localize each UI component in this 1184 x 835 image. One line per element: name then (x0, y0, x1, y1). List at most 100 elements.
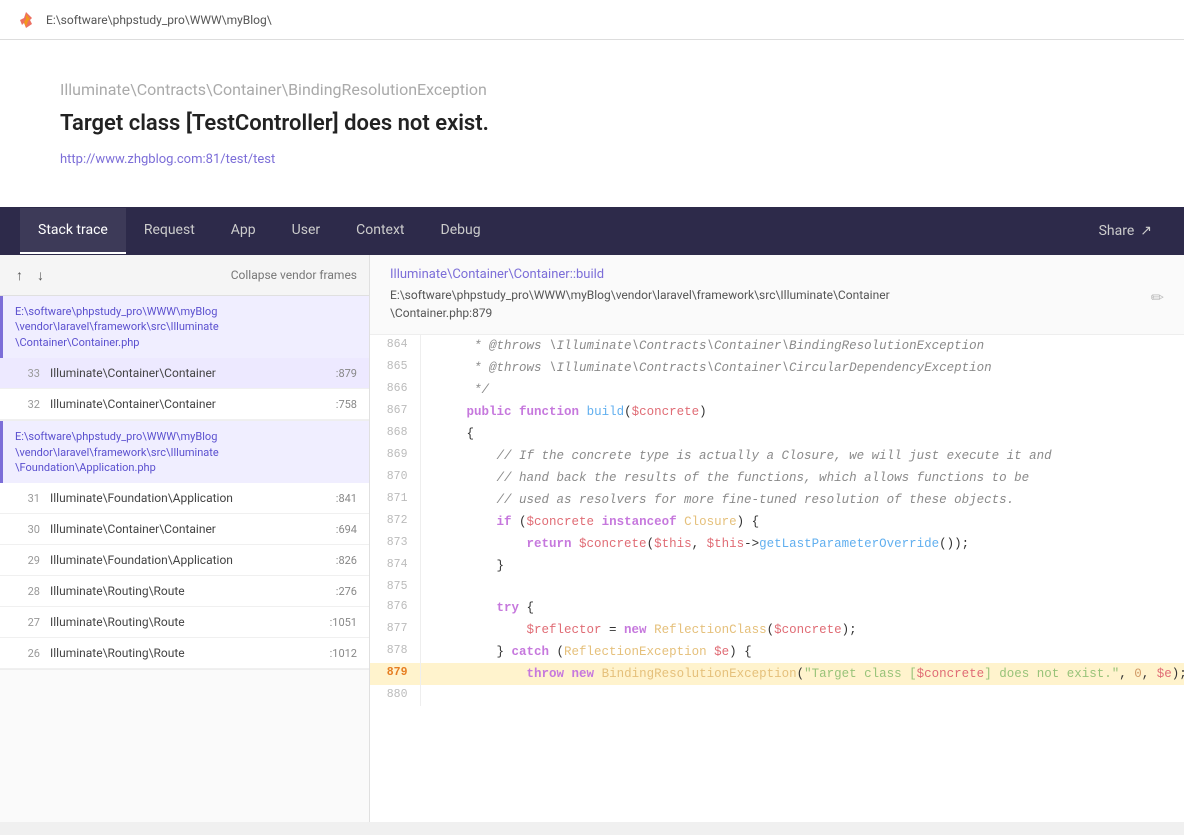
frame-number: 30 (12, 523, 40, 536)
frame-line: :879 (336, 367, 357, 380)
exception-message: Target class [TestController] does not e… (60, 111, 1124, 136)
line-code: try { (420, 597, 1184, 619)
frame-item[interactable]: 30 Illuminate\Container\Container :694 (0, 514, 369, 545)
code-line: 868 { (370, 423, 1184, 445)
line-number: 868 (370, 423, 420, 445)
code-file-path: E:\software\phpstudy_pro\WWW\myBlog\vend… (390, 286, 1164, 322)
error-section: Illuminate\Contracts\Container\BindingRe… (0, 40, 1184, 207)
line-code (420, 685, 1184, 705)
tab-app[interactable]: App (213, 208, 274, 254)
frame-number: 32 (12, 398, 40, 411)
line-code: { (420, 423, 1184, 445)
line-number: 869 (370, 445, 420, 467)
frame-class: Illuminate\Routing\Route (50, 584, 328, 598)
line-code: * @throws \Illuminate\Contracts\Containe… (420, 335, 1184, 357)
code-line: 870 // hand back the results of the func… (370, 467, 1184, 489)
line-code: // used as resolvers for more fine-tuned… (420, 489, 1184, 511)
line-code: if ($concrete instanceof Closure) { (420, 511, 1184, 533)
line-number: 870 (370, 467, 420, 489)
frame-item[interactable]: 33 Illuminate\Container\Container :879 (0, 358, 369, 389)
code-line: 872 if ($concrete instanceof Closure) { (370, 511, 1184, 533)
line-code: throw new BindingResolutionException("Ta… (420, 663, 1184, 685)
exception-url[interactable]: http://www.zhgblog.com:81/test/test (60, 152, 275, 167)
frame-number: 29 (12, 554, 40, 567)
frame-line: :276 (336, 585, 357, 598)
line-code: public function build($concrete) (420, 401, 1184, 423)
frame-number: 27 (12, 616, 40, 629)
collapse-vendor-link[interactable]: Collapse vendor frames (231, 268, 357, 282)
frame-number: 31 (12, 492, 40, 505)
frame-item[interactable]: 27 Illuminate\Routing\Route :1051 (0, 607, 369, 638)
arrow-up-button[interactable]: ↑ (12, 265, 27, 285)
line-number: 866 (370, 379, 420, 401)
share-button[interactable]: Share ↗ (1087, 215, 1164, 247)
line-code: } (420, 555, 1184, 577)
frame-line: :758 (336, 398, 357, 411)
frame-class: Illuminate\Container\Container (50, 397, 328, 411)
frame-class: Illuminate\Routing\Route (50, 615, 322, 629)
tab-user[interactable]: User (274, 208, 338, 254)
code-line: 878 } catch (ReflectionException $e) { (370, 641, 1184, 663)
stack-nav-arrows: ↑ ↓ (12, 265, 48, 285)
code-line-highlight: 879 throw new BindingResolutionException… (370, 663, 1184, 685)
line-number: 874 (370, 555, 420, 577)
code-line: 874 } (370, 555, 1184, 577)
line-number: 879 (370, 663, 420, 685)
frame-line: :694 (336, 523, 357, 536)
tabs-bar: Stack trace Request App User Context Deb… (0, 207, 1184, 255)
frame-item[interactable]: 32 Illuminate\Container\Container :758 (0, 389, 369, 420)
app-logo (16, 10, 36, 30)
frame-class: Illuminate\Foundation\Application (50, 553, 328, 567)
code-area: 864 * @throws \Illuminate\Contracts\Cont… (370, 335, 1184, 706)
frame-class: Illuminate\Routing\Route (50, 646, 322, 660)
code-line: 871 // used as resolvers for more fine-t… (370, 489, 1184, 511)
tab-stack-trace[interactable]: Stack trace (20, 208, 126, 254)
frame-number: 28 (12, 585, 40, 598)
frame-file-header-2: E:\software\phpstudy_pro\WWW\myBlog\vend… (0, 421, 369, 483)
frame-item[interactable]: 28 Illuminate\Routing\Route :276 (0, 576, 369, 607)
tab-request[interactable]: Request (126, 208, 213, 254)
line-number: 864 (370, 335, 420, 357)
tab-context[interactable]: Context (338, 208, 422, 254)
code-file-path-text: E:\software\phpstudy_pro\WWW\myBlog\vend… (390, 286, 890, 322)
line-number: 880 (370, 685, 420, 705)
frame-item[interactable]: 29 Illuminate\Foundation\Application :82… (0, 545, 369, 576)
code-line: 869 // If the concrete type is actually … (370, 445, 1184, 467)
line-code: // If the concrete type is actually a Cl… (420, 445, 1184, 467)
code-file-class: Illuminate\Container\Container::build (390, 267, 1164, 282)
arrow-down-button[interactable]: ↓ (33, 265, 48, 285)
line-code: * @throws \Illuminate\Contracts\Containe… (420, 357, 1184, 379)
code-line: 865 * @throws \Illuminate\Contracts\Cont… (370, 357, 1184, 379)
frame-item[interactable]: 31 Illuminate\Foundation\Application :84… (0, 483, 369, 514)
line-code: } catch (ReflectionException $e) { (420, 641, 1184, 663)
stack-panel-header: ↑ ↓ Collapse vendor frames (0, 255, 369, 296)
tab-debug[interactable]: Debug (423, 208, 499, 254)
frame-line: :826 (336, 554, 357, 567)
code-line: 876 try { (370, 597, 1184, 619)
line-number: 865 (370, 357, 420, 379)
frame-line: :1012 (330, 647, 357, 660)
frame-number: 26 (12, 647, 40, 660)
line-number: 876 (370, 597, 420, 619)
frame-class: Illuminate\Container\Container (50, 366, 328, 380)
main-content: ↑ ↓ Collapse vendor frames E:\software\p… (0, 255, 1184, 822)
share-label: Share (1099, 223, 1135, 239)
line-code: $reflector = new ReflectionClass($concre… (420, 619, 1184, 641)
line-number: 878 (370, 641, 420, 663)
frame-group-foundation: E:\software\phpstudy_pro\WWW\myBlog\vend… (0, 421, 369, 670)
edit-icon[interactable]: ✏ (1151, 286, 1164, 310)
line-code: */ (420, 379, 1184, 401)
frame-file-header-1: E:\software\phpstudy_pro\WWW\myBlog\vend… (0, 296, 369, 358)
line-code (420, 577, 1184, 597)
frame-class: Illuminate\Foundation\Application (50, 491, 328, 505)
frame-group-container: E:\software\phpstudy_pro\WWW\myBlog\vend… (0, 296, 369, 421)
frame-line: :841 (336, 492, 357, 505)
exception-class: Illuminate\Contracts\Container\BindingRe… (60, 80, 1124, 99)
code-table: 864 * @throws \Illuminate\Contracts\Cont… (370, 335, 1184, 706)
line-code: // hand back the results of the function… (420, 467, 1184, 489)
frame-item[interactable]: 26 Illuminate\Routing\Route :1012 (0, 638, 369, 669)
frame-class: Illuminate\Container\Container (50, 522, 328, 536)
line-number: 875 (370, 577, 420, 597)
code-line: 880 (370, 685, 1184, 705)
line-number: 867 (370, 401, 420, 423)
